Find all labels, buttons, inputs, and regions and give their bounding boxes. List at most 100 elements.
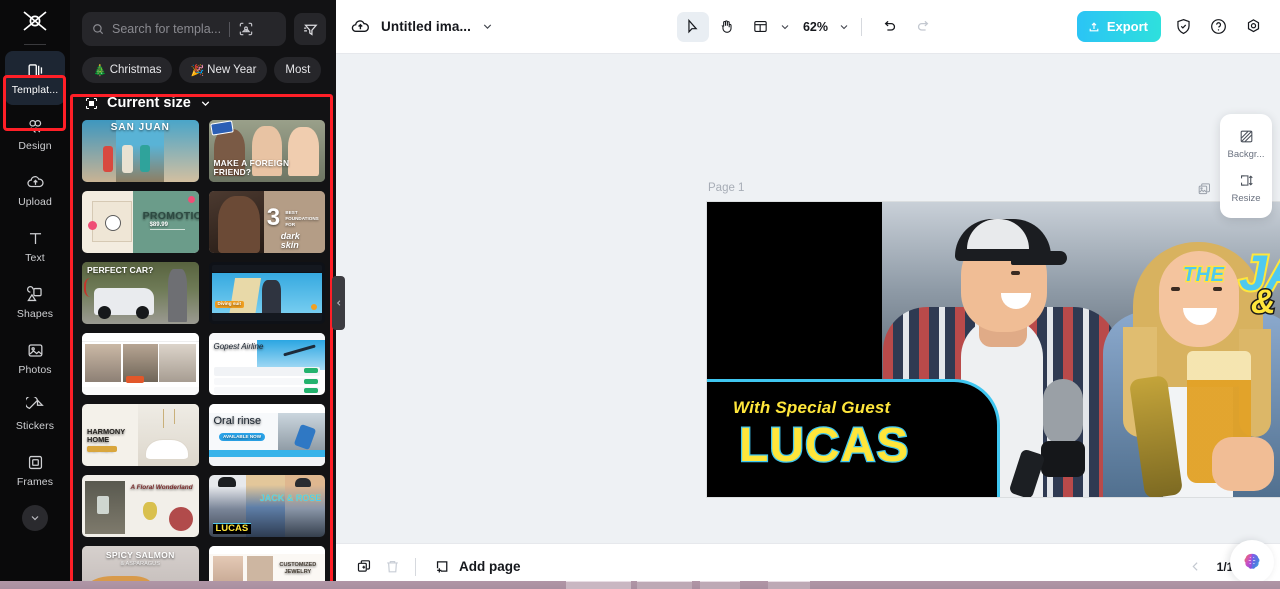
image-search-icon[interactable]: [238, 21, 254, 37]
template-card[interactable]: Oral rinse AVAILABLE NOW: [208, 404, 325, 466]
background-button[interactable]: Backgr...: [1220, 123, 1272, 167]
template-card[interactable]: 3 BEST FOUNDATIONS FOR dark skin: [208, 191, 325, 253]
chevron-down-icon[interactable]: [481, 20, 494, 33]
filter-icon: [303, 24, 318, 36]
background-icon: [1240, 130, 1252, 143]
chevron-left-icon: [1191, 562, 1198, 571]
duplicate-page-button[interactable]: [1197, 182, 1212, 202]
duplicate-page-icon: [1198, 183, 1210, 195]
template-card[interactable]: PROMOTION $89.99: [82, 191, 199, 253]
search-icon: [93, 24, 104, 35]
christmas-tree-icon: 🎄: [93, 64, 107, 77]
rail-divider: [24, 44, 46, 45]
template-card[interactable]: PERFECT CAR?: [82, 262, 199, 324]
hand-tool-button[interactable]: [711, 12, 743, 42]
shield-check-button[interactable]: [1170, 14, 1196, 40]
template-card[interactable]: [82, 333, 199, 395]
ai-brain-icon: [1244, 553, 1260, 569]
resize-label: Resize: [1231, 193, 1261, 204]
export-icon: [1089, 21, 1099, 31]
template-card[interactable]: JACK & ROSE LUCAS: [208, 475, 325, 537]
sidebar-item-design[interactable]: Design: [5, 107, 65, 161]
sidebar-item-label: Frames: [16, 475, 54, 488]
template-card[interactable]: SAN JUAN: [82, 120, 199, 182]
sidebar-item-photos[interactable]: Photos: [5, 331, 65, 385]
upload-cloud-icon: [26, 175, 44, 187]
add-page-button[interactable]: Add page: [434, 558, 521, 575]
rail-expand-button[interactable]: [22, 505, 48, 531]
export-label: Export: [1106, 19, 1148, 34]
chip-christmas[interactable]: 🎄 Christmas: [82, 57, 173, 83]
sidebar-item-upload[interactable]: Upload: [5, 163, 65, 217]
sidebar-item-frames[interactable]: Frames: [5, 443, 65, 497]
chevron-down-icon[interactable]: [838, 21, 850, 33]
templates-grid: SAN JUAN MAKE A FOREIGN FRIEND? PROMOTI …: [82, 120, 325, 589]
help-button[interactable]: [1205, 14, 1231, 40]
template-caption-secondary: & ASPARAGUS: [120, 561, 160, 567]
canvas-area[interactable]: Page 1 THE J & With Special Guest LUCAS …: [336, 54, 1280, 543]
export-button[interactable]: Export: [1076, 11, 1161, 42]
ai-assistant-button[interactable]: [1230, 540, 1274, 584]
template-card[interactable]: MAKE A FOREIGN FRIEND?: [208, 120, 325, 182]
templates-panel: Search for templa... 🎄 Christmas 🎉 New Y…: [70, 0, 345, 589]
hand-icon: [721, 20, 733, 33]
template-caption: SPICY SALMON: [105, 550, 175, 560]
search-row: Search for templa...: [82, 12, 326, 46]
template-caption: PROMOTION: [142, 210, 199, 223]
chevron-down-icon[interactable]: [779, 21, 791, 33]
redo-button[interactable]: [907, 12, 939, 42]
main-area: Untitled ima... 62% Export Page 1 THE J …: [336, 0, 1280, 589]
template-caption: LUCAS: [212, 523, 252, 534]
template-caption-secondary: BEST FOUNDATIONS FOR: [285, 210, 319, 228]
cloud-upload-icon[interactable]: [350, 16, 371, 37]
chip-label: New Year: [207, 64, 257, 76]
panel-collapse-handle[interactable]: [332, 276, 345, 330]
template-caption: Diving suit: [214, 301, 244, 308]
prev-page-button[interactable]: [1184, 556, 1206, 578]
template-card[interactable]: A Floral Wonderland: [82, 475, 199, 537]
artboard-page-1[interactable]: THE JACK & ROSE SHOW With Special Guest …: [707, 202, 1280, 497]
templates-grid-scroll[interactable]: SAN JUAN MAKE A FOREIGN FRIEND? PROMOTI …: [70, 120, 336, 589]
background-label: Backgr...: [1227, 149, 1265, 160]
sidebar-item-label: Text: [25, 251, 45, 264]
current-size-icon: [85, 97, 98, 109]
sidebar-item-label: Stickers: [15, 419, 55, 432]
current-size-header[interactable]: Current size: [70, 83, 336, 120]
sidebar-item-label: Upload: [18, 195, 52, 208]
zoom-level[interactable]: 62%: [803, 20, 828, 34]
template-caption: PERFECT CAR?: [87, 265, 154, 275]
delete-button[interactable]: [378, 553, 406, 581]
sidebar-item-text[interactable]: Text: [5, 219, 65, 273]
layout-icon: [754, 20, 768, 33]
sidebar-item-shapes[interactable]: Shapes: [5, 275, 65, 329]
guest-name: LUCAS: [738, 419, 910, 472]
resize-button[interactable]: Resize: [1220, 167, 1272, 211]
undo-button[interactable]: [873, 12, 905, 42]
filter-button[interactable]: [294, 13, 326, 45]
chip-label: Christmas: [109, 64, 162, 76]
sidebar-item-label: Shapes: [16, 307, 54, 320]
layout-tool-button[interactable]: [745, 12, 777, 42]
chip-new-year[interactable]: 🎉 New Year: [179, 57, 268, 83]
settings-button[interactable]: [1240, 14, 1266, 40]
template-card[interactable]: HARMONY HOME SERIES: [82, 404, 199, 466]
canvas-side-panel: Backgr... Resize: [1220, 114, 1272, 218]
duplicate-button[interactable]: [350, 553, 378, 581]
template-card[interactable]: Diving suit: [208, 262, 325, 324]
toolbar-right: Export: [1076, 11, 1266, 42]
party-popper-icon: 🎉: [190, 64, 205, 77]
search-input[interactable]: Search for templa...: [82, 12, 286, 46]
document-title[interactable]: Untitled ima...: [381, 19, 471, 34]
shield-check-icon: [1176, 18, 1190, 35]
template-caption: MAKE A FOREIGN FRIEND?: [213, 158, 290, 178]
sidebar-item-templates[interactable]: Templat...: [5, 51, 65, 105]
capcut-logo-icon[interactable]: [13, 6, 57, 36]
chip-most[interactable]: Most: [274, 57, 322, 83]
select-tool-button[interactable]: [676, 11, 709, 42]
template-caption: Gopest Airline: [213, 342, 264, 351]
template-caption: CUSTOMIZED JEWELRY: [279, 562, 317, 576]
toolbar-divider: [861, 17, 863, 36]
sidebar-item-stickers[interactable]: Stickers: [5, 387, 65, 441]
template-card[interactable]: Gopest Airline: [208, 333, 325, 395]
settings-gear-icon: [1247, 19, 1259, 33]
